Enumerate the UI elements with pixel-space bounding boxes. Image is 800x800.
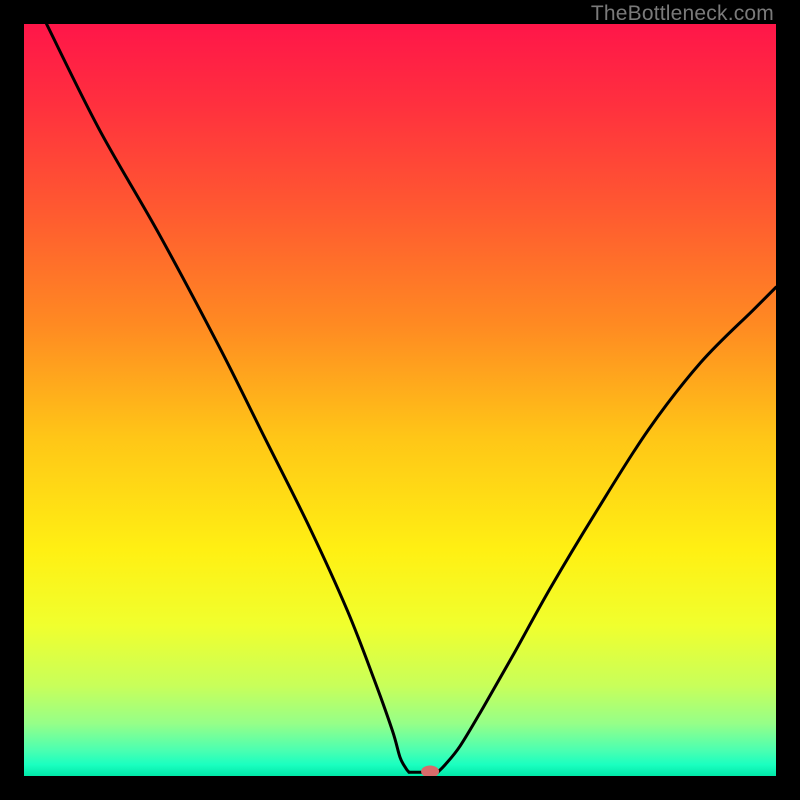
gradient-background	[24, 24, 776, 776]
watermark-text: TheBottleneck.com	[591, 2, 774, 26]
chart-frame	[24, 24, 776, 776]
bottleneck-chart	[24, 24, 776, 776]
